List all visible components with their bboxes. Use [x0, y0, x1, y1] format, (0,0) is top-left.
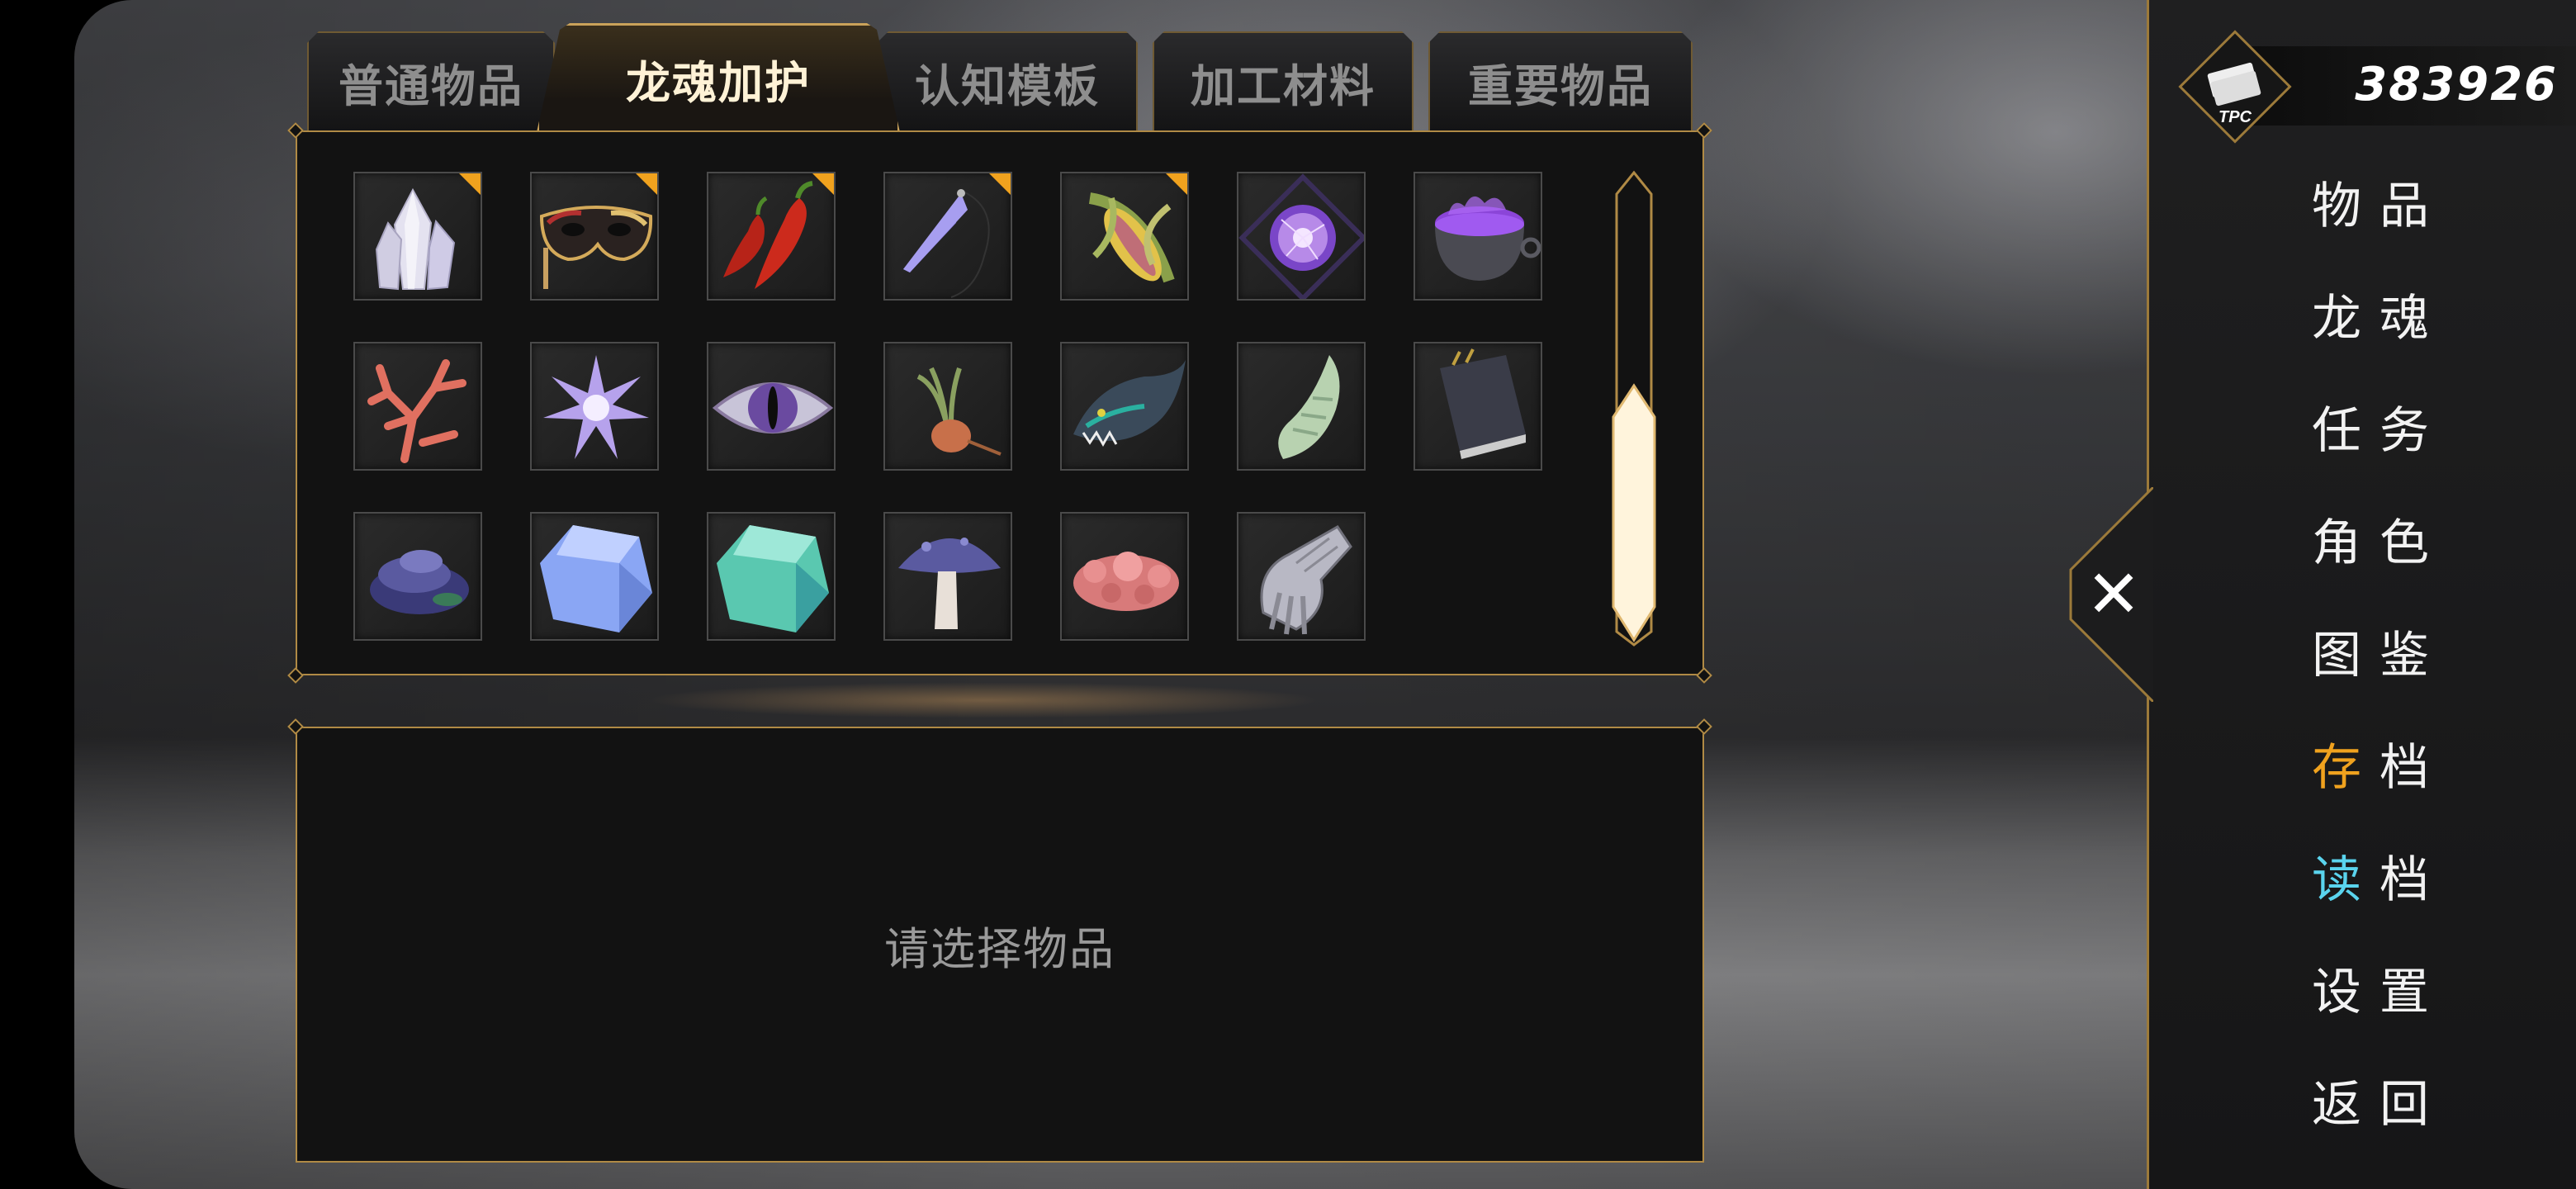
tab-normal-items[interactable]: 普通物品	[307, 31, 555, 130]
item-slot[interactable]	[707, 512, 836, 641]
panel-divider-glow	[644, 682, 1321, 718]
currency-value: 383926	[2355, 58, 2558, 111]
tab-label: 重要物品	[1468, 59, 1653, 112]
tab-cognitive-templates[interactable]: 认知模板	[877, 31, 1138, 130]
new-item-flag	[636, 173, 657, 195]
item-slot[interactable]	[353, 172, 482, 301]
tab-label: 普通物品	[339, 59, 523, 112]
tab-important-items[interactable]: 重要物品	[1428, 31, 1693, 130]
plasma-orb-icon	[1238, 173, 1364, 299]
new-item-flag	[812, 173, 834, 195]
tab-crafting-materials[interactable]: 加工材料	[1153, 31, 1413, 130]
item-slot[interactable]	[1237, 172, 1366, 301]
item-slot[interactable]	[707, 172, 836, 301]
scrollbar[interactable]	[1612, 169, 1656, 648]
spiky-star-icon	[543, 355, 649, 459]
eye-icon	[712, 382, 834, 433]
dragon-fish-icon	[1073, 360, 1186, 448]
item-slot[interactable]	[530, 512, 659, 641]
root-bulb-icon	[916, 367, 1002, 456]
mushroom-icon	[898, 538, 1001, 629]
item-slot[interactable]	[883, 172, 1012, 301]
menu-item-save[interactable]: 存档	[2312, 735, 2444, 801]
teal-gem-icon	[717, 525, 829, 632]
tab-dragon-soul-blessing[interactable]: 龙魂加护	[537, 23, 900, 132]
scrollbar-thumb[interactable]	[1612, 383, 1656, 642]
coral-clump-icon	[1073, 552, 1179, 611]
item-slot[interactable]	[1060, 512, 1189, 641]
coral-icon	[367, 359, 466, 463]
new-item-flag	[1166, 173, 1187, 195]
menu-item-quests[interactable]: 任务	[2312, 398, 2444, 464]
item-slot[interactable]	[883, 342, 1012, 471]
item-slot[interactable]	[530, 172, 659, 301]
new-item-flag	[459, 173, 481, 195]
menu-item-characters[interactable]: 角色	[2312, 510, 2444, 576]
item-slot[interactable]	[1060, 342, 1189, 471]
select-item-hint: 请选择物品	[884, 922, 1115, 975]
slime-mold-icon	[370, 550, 469, 614]
menu-item-return[interactable]: 返回	[2312, 1072, 2444, 1138]
tab-label: 龙魂加护	[626, 57, 811, 109]
item-slot[interactable]	[707, 342, 836, 471]
tpc-currency-icon: TPC	[2178, 30, 2292, 144]
tab-label: 加工材料	[1191, 59, 1376, 112]
gauntlet-icon	[1260, 525, 1352, 635]
menu-item-dragon-soul[interactable]: 龙魂	[2312, 286, 2444, 352]
tpc-label: TPC	[2218, 108, 2252, 126]
item-description-panel: 请选择物品	[287, 718, 1712, 1163]
tab-label: 认知模板	[915, 59, 1100, 112]
menu-item-items[interactable]: 物品	[2312, 173, 2444, 239]
close-button[interactable]: ✕	[2081, 561, 2147, 628]
item-slot[interactable]	[1413, 172, 1542, 301]
horn-icon	[1278, 355, 1340, 459]
book-icon	[1440, 348, 1526, 459]
menu-item-settings[interactable]: 设置	[2312, 959, 2444, 1026]
item-slot[interactable]	[353, 342, 482, 471]
item-slot[interactable]	[883, 512, 1012, 641]
item-slot[interactable]	[530, 342, 659, 471]
menu-item-load[interactable]: 读档	[2312, 847, 2444, 913]
item-slot[interactable]	[1237, 512, 1366, 641]
blue-gem-icon	[540, 525, 652, 632]
item-slot[interactable]	[1060, 172, 1189, 301]
cauldron-icon	[1435, 196, 1541, 281]
item-slot[interactable]	[1413, 342, 1542, 471]
item-slot[interactable]	[353, 512, 482, 641]
menu-item-codex[interactable]: 图鉴	[2312, 623, 2444, 689]
item-slot[interactable]	[1237, 342, 1366, 471]
new-item-flag	[989, 173, 1011, 195]
